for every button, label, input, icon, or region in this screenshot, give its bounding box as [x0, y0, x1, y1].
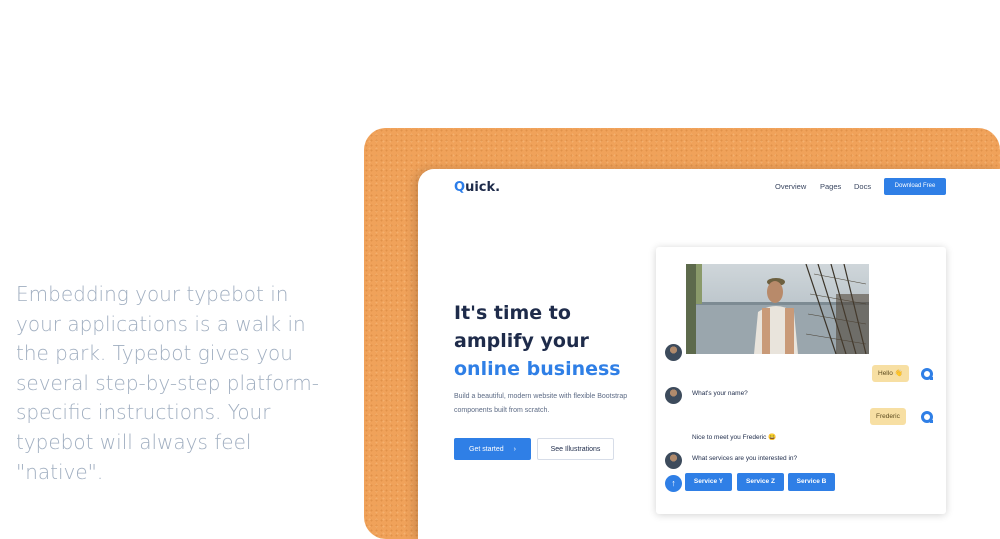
hero-heading: It's time to amplify your online busines… — [454, 299, 654, 383]
service-z-button[interactable]: Service Z — [737, 473, 784, 491]
bot-message-greet: Nice to meet you Frederic 😀 — [692, 434, 777, 441]
section-description: Embedding your typebot in your applicati… — [16, 282, 319, 484]
get-started-button[interactable]: Get started › — [454, 438, 531, 460]
chatbot-window: Hello 👋 What's your name? Frederic Nice … — [656, 247, 946, 514]
bot-avatar — [665, 387, 682, 404]
nav-overview[interactable]: Overview — [775, 182, 806, 191]
nav-pages[interactable]: Pages — [820, 182, 841, 191]
user-logo-icon — [921, 368, 933, 380]
user-message-hello: Hello 👋 — [872, 365, 909, 382]
embedded-website-preview: Quick. Overview Pages Docs Download Free… — [418, 169, 1000, 539]
hero-accent-line: online business — [454, 358, 621, 380]
chat-photo-image — [686, 264, 869, 354]
bot-message-ask-name: What's your name? — [692, 390, 748, 397]
hero-line-2: amplify your — [454, 330, 589, 352]
bot-avatar — [665, 452, 682, 469]
nav-docs[interactable]: Docs — [854, 182, 871, 191]
hero-line-1: It's time to — [454, 302, 571, 324]
bot-avatar — [665, 344, 682, 361]
service-y-button[interactable]: Service Y — [685, 473, 732, 491]
chevron-right-icon: › — [513, 445, 516, 453]
hero-subtitle: Build a beautiful, modern website with f… — [454, 393, 628, 414]
download-free-button[interactable]: Download Free — [884, 178, 946, 195]
user-message-name: Frederic — [870, 408, 906, 425]
logo-text: uick. — [465, 180, 501, 195]
fisherman-photo — [686, 264, 869, 354]
arrow-up-icon[interactable]: ↑ — [665, 475, 682, 492]
see-illustrations-button[interactable]: See Illustrations — [537, 438, 614, 460]
bot-message-services: What services are you interested in? — [692, 455, 798, 462]
get-started-label: Get started — [469, 445, 504, 453]
logo-q: Q — [454, 180, 466, 195]
service-b-button[interactable]: Service B — [788, 473, 835, 491]
site-logo[interactable]: Quick. — [454, 180, 500, 195]
user-logo-icon — [921, 411, 933, 423]
